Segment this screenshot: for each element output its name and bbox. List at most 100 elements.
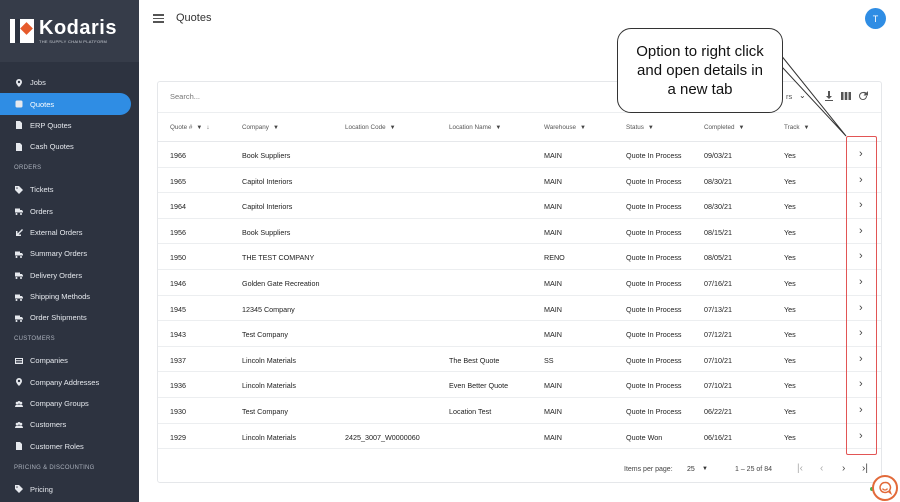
pagination: Items per page: 25 ▼ 1 – 25 of 84 |‹ ‹ ›… — [158, 457, 881, 483]
cell-warehouse: MAIN — [544, 407, 562, 416]
table-row[interactable]: 1950 THE TEST COMPANY RENO Quote In Process… — [158, 244, 881, 270]
sidebar-item-cash-quotes[interactable]: Cash Quotes — [0, 136, 139, 157]
cell-quote-number: 1964 — [170, 202, 186, 212]
cell-tracked: Yes — [784, 304, 796, 314]
column-header[interactable]: Company ▼ — [242, 124, 279, 131]
download-icon[interactable] — [823, 90, 834, 101]
sidebar-item-label: ERP Quotes — [30, 120, 72, 130]
column-header-label: Warehouse — [544, 124, 576, 131]
caret-down-icon[interactable]: ▼ — [804, 125, 810, 131]
sort-arrow-icon[interactable]: ↓ — [206, 125, 209, 131]
table-header: Quote # ▼ ↓ Company ▼ Location Code ▼ Location … — [158, 112, 881, 142]
cell-warehouse: SS — [544, 355, 554, 365]
search-input[interactable]: Search... — [170, 92, 200, 101]
column-header-label: Location Name — [449, 124, 492, 131]
caret-down-icon[interactable]: ▼ — [390, 125, 396, 131]
caret-down-icon[interactable]: ▼ — [495, 125, 501, 131]
last-page-icon[interactable]: ›| — [862, 463, 868, 474]
truck-icon — [14, 207, 23, 216]
sidebar-item-external-orders[interactable]: External Orders — [0, 222, 139, 243]
table-row[interactable]: 1929 Lincoln Materials 2425_3007_W0000060 M… — [158, 424, 881, 450]
filters-dropdown[interactable]: rs — [786, 92, 792, 101]
sidebar-item-label: Orders — [30, 206, 53, 216]
column-header-label: Track — [784, 124, 800, 131]
sidebar-item-shipping-methods[interactable]: Shipping Methods — [0, 286, 139, 307]
cell-status: Quote In Process — [626, 176, 682, 186]
cell-status: Quote In Process — [626, 381, 682, 391]
caret-down-icon[interactable]: ▼ — [580, 125, 586, 131]
cell-status: Quote In Process — [626, 151, 682, 160]
table-row[interactable]: 1966 Book Suppliers MAIN Quote In Process 09… — [158, 142, 881, 168]
table-row[interactable]: 1946 Golden Gate Recreation MAIN Quote In P… — [158, 270, 881, 296]
sidebar-item-tickets[interactable]: Tickets — [0, 179, 139, 200]
cell-tracked: Yes — [784, 202, 796, 212]
column-header[interactable]: Track ▼ — [784, 124, 809, 131]
table-row[interactable]: 1936 Lincoln Materials Even Better Quote MA… — [158, 372, 881, 398]
sidebar-item-delivery-orders[interactable]: Delivery Orders — [0, 265, 139, 286]
quote-icon — [14, 100, 23, 109]
table-row[interactable]: 1945 12345 Company MAIN Quote In Process 07/… — [158, 296, 881, 322]
brand-name: Kodaris — [39, 17, 117, 39]
table-row[interactable]: 1956 Book Suppliers MAIN Quote In Process 08… — [158, 219, 881, 245]
brand-tagline: THE SUPPLY CHAIN PLATFORM — [39, 39, 108, 44]
cell-company-name: THE TEST COMPANY — [242, 253, 315, 263]
brand-logo[interactable]: Kodaris THE SUPPLY CHAIN PLATFORM — [0, 0, 139, 62]
sidebar-item-erp-quotes[interactable]: ERP Quotes — [0, 115, 139, 136]
cell-quote-number: 1943 — [170, 330, 186, 340]
chevron-down-icon[interactable]: ⌄ — [799, 91, 806, 100]
sidebar-item-order-shipments[interactable]: Order Shipments — [0, 307, 139, 328]
column-header[interactable]: Completed ▼ — [704, 124, 744, 131]
table-row[interactable]: 1937 Lincoln Materials The Best Quote SS Quo… — [158, 347, 881, 373]
column-header[interactable]: Location Code ▼ — [345, 124, 396, 131]
column-header[interactable]: Status ▼ — [626, 124, 654, 131]
cell-completed-date: 07/10/21 — [704, 355, 732, 365]
cell-status: Quote In Process — [626, 304, 682, 314]
caret-down-icon[interactable]: ▼ — [196, 125, 202, 131]
caret-down-icon[interactable]: ▼ — [738, 125, 744, 131]
sidebar-item-label: Delivery Orders — [30, 270, 83, 280]
column-header[interactable]: Quote # ▼ ↓ — [170, 124, 209, 131]
sidebar-item-customer-roles[interactable]: Customer Roles — [0, 436, 139, 457]
column-header[interactable]: Location Name ▼ — [449, 124, 501, 131]
sidebar-item-customers[interactable]: Customers — [0, 414, 139, 435]
sidebar-item-companies[interactable]: Companies — [0, 350, 139, 371]
cell-status: Quote In Process — [626, 279, 682, 288]
sidebar-item-jobs[interactable]: Jobs — [0, 72, 139, 93]
caret-down-icon[interactable]: ▼ — [273, 125, 279, 131]
callout-line-3: a new tab — [667, 81, 733, 98]
previous-page-icon[interactable]: ‹ — [820, 463, 823, 474]
table-row[interactable]: 1965 Capitol Interiors MAIN Quote In Proces… — [158, 168, 881, 194]
chat-help-icon[interactable] — [872, 475, 898, 501]
table-row[interactable]: 1930 Test Company Location Test MAIN Quote I… — [158, 398, 881, 424]
sidebar-item-pricing[interactable]: Pricing — [0, 478, 139, 499]
sidebar-item-company-addresses[interactable]: Company Addresses — [0, 371, 139, 392]
sidebar-item-company-groups[interactable]: Company Groups — [0, 393, 139, 414]
table-row[interactable]: 1964 Capitol Interiors MAIN Quote In Proces… — [158, 193, 881, 219]
column-header[interactable]: Warehouse ▼ — [544, 124, 586, 131]
truck-icon — [14, 313, 23, 322]
table-row[interactable]: 1943 Test Company MAIN Quote In Process 07/1… — [158, 321, 881, 347]
cell-quote-number: 1937 — [170, 355, 186, 365]
cell-tracked: Yes — [784, 176, 796, 186]
refresh-icon[interactable] — [857, 90, 868, 101]
caret-down-icon[interactable]: ▼ — [648, 125, 654, 131]
truck-icon — [14, 249, 23, 258]
page-title: Quotes — [176, 12, 212, 24]
menu-icon[interactable] — [153, 14, 164, 23]
sidebar-item-label: Order Shipments — [30, 313, 87, 323]
sidebar-item-quotes[interactable]: Quotes — [0, 93, 131, 115]
sidebar-item-label: Cash Quotes — [30, 142, 74, 152]
cell-company-name: Test Company — [242, 330, 288, 340]
page-size-select[interactable]: 25 — [687, 466, 695, 473]
cell-completed-date: 06/22/21 — [704, 407, 732, 416]
next-page-icon[interactable]: › — [842, 463, 845, 474]
avatar[interactable]: T — [865, 8, 886, 29]
cell-completed-date: 06/16/21 — [704, 432, 732, 442]
columns-icon[interactable] — [840, 90, 851, 101]
cell-completed-date: 07/12/21 — [704, 330, 732, 340]
sidebar-section-title: ORDERS — [14, 165, 42, 172]
caret-down-icon[interactable]: ▼ — [702, 466, 708, 472]
sidebar-item-orders[interactable]: Orders — [0, 200, 139, 221]
sidebar-item-summary-orders[interactable]: Summary Orders — [0, 243, 139, 264]
first-page-icon[interactable]: |‹ — [797, 463, 803, 474]
